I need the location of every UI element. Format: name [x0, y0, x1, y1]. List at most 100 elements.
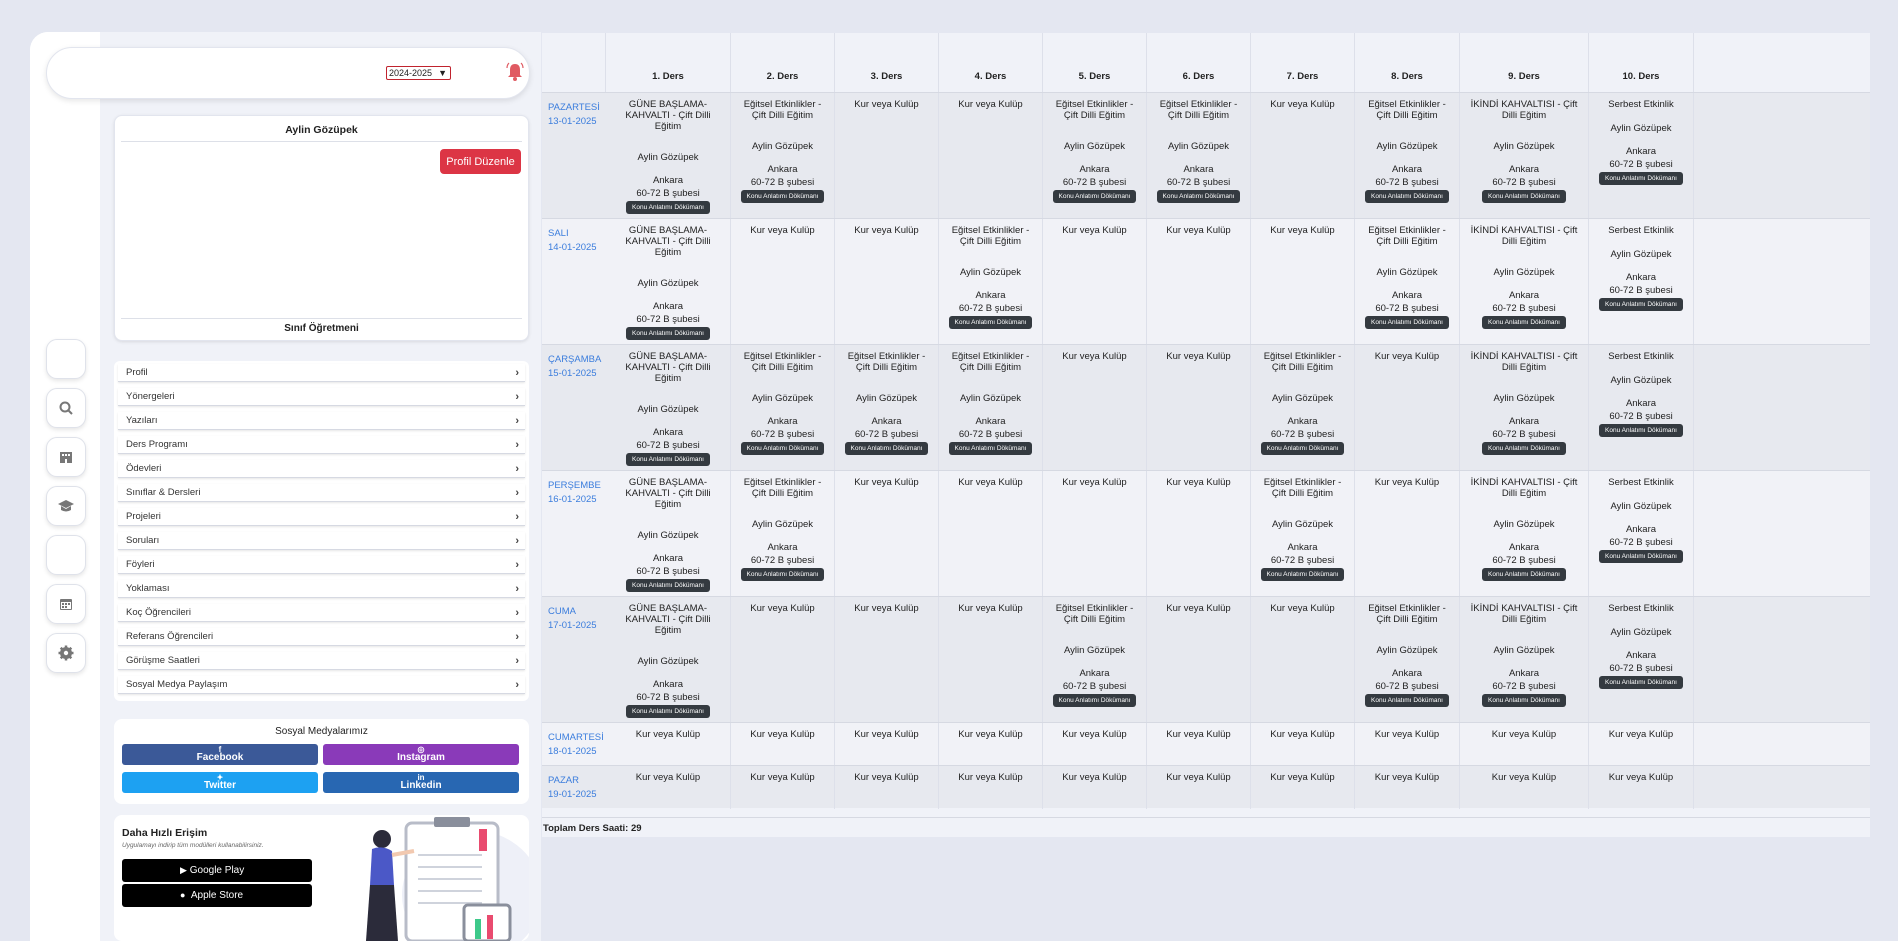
lesson-cell[interactable]: İKİNDİ KAHVALTISI - Çift Dilli Eğitim Ayl… — [1460, 93, 1589, 219]
document-badge[interactable]: Konu Anlatımı Dökümanı — [1052, 694, 1137, 707]
lesson-cell[interactable]: Eğitsel Etkinlikler - Çift Dilli Eğitim A… — [835, 345, 939, 471]
day-cell[interactable]: ÇARŞAMBA 15-01-2025 — [542, 345, 606, 471]
document-badge[interactable]: Konu Anlatımı Dökümanı — [1599, 172, 1683, 185]
linkedin-button[interactable]: in Linkedin — [323, 772, 519, 793]
document-badge[interactable]: Konu Anlatımı Dökümanı — [626, 579, 710, 592]
document-badge[interactable]: Konu Anlatımı Dökümanı — [740, 568, 825, 581]
document-badge[interactable]: Konu Anlatımı Dökümanı — [1482, 316, 1566, 329]
lesson-cell[interactable]: Eğitsel Etkinlikler - Çift Dilli Eğitim A… — [1043, 597, 1147, 723]
menu-item-foyleri[interactable]: Föyleri › — [118, 556, 525, 574]
lesson-cell[interactable]: Kur veya Kulüp — [939, 597, 1043, 723]
lesson-cell[interactable]: GÜNE BAŞLAMA-KAHVALTI - Çift Dilli Eğiti… — [606, 219, 731, 345]
lesson-cell[interactable]: Kur veya Kulüp — [1147, 345, 1251, 471]
document-badge[interactable]: Konu Anlatımı Dökümanı — [626, 201, 710, 214]
apple-store-button[interactable]: ● Apple Store — [122, 884, 312, 907]
menu-item-projeleri[interactable]: Projeleri › — [118, 508, 525, 526]
lesson-cell[interactable]: Kur veya Kulüp — [1043, 471, 1147, 597]
document-badge[interactable]: Konu Anlatımı Dökümanı — [740, 442, 825, 455]
menu-item-referans-ogrencileri[interactable]: Referans Öğrencileri › — [118, 628, 525, 646]
day-cell[interactable]: PERŞEMBE 16-01-2025 — [542, 471, 606, 597]
document-badge[interactable]: Konu Anlatımı Dökümanı — [1365, 190, 1449, 203]
lesson-cell[interactable]: Eğitsel Etkinlikler - Çift Dilli Eğitim A… — [731, 93, 835, 219]
lesson-cell[interactable]: Kur veya Kulüp — [1147, 766, 1251, 809]
lesson-cell[interactable]: Kur veya Kulüp — [606, 723, 731, 766]
lesson-cell[interactable]: Eğitsel Etkinlikler - Çift Dilli Eğitim A… — [939, 345, 1043, 471]
menu-item-odevleri[interactable]: Ödevleri › — [118, 460, 525, 478]
lesson-cell[interactable]: GÜNE BAŞLAMA-KAHVALTI - Çift Dilli Eğiti… — [606, 597, 731, 723]
day-cell[interactable]: PAZAR 19-01-2025 — [542, 766, 606, 809]
menu-item-siniflar[interactable]: Sınıflar & Dersleri › — [118, 484, 525, 502]
lesson-cell[interactable]: Kur veya Kulüp — [731, 723, 835, 766]
lesson-cell[interactable]: Kur veya Kulüp — [939, 471, 1043, 597]
facebook-button[interactable]: f Facebook — [122, 744, 318, 765]
menu-item-ders-programi[interactable]: Ders Programı › — [118, 436, 525, 454]
graduation-cap-icon[interactable] — [46, 486, 86, 526]
lesson-cell[interactable]: Serbest Etkinlik Aylin Gözüpek Ankara 60-72… — [1589, 219, 1694, 345]
document-badge[interactable]: Konu Anlatımı Dökümanı — [1260, 442, 1345, 455]
menu-item-profil[interactable]: Profil › — [118, 364, 525, 382]
document-badge[interactable]: Konu Anlatımı Dökümanı — [844, 442, 929, 455]
lesson-cell[interactable]: Kur veya Kulüp — [939, 93, 1043, 219]
menu-item-yonergeleri[interactable]: Yönergeleri › — [118, 388, 525, 406]
google-play-button[interactable]: ▶ Google Play — [122, 859, 312, 882]
document-badge[interactable]: Konu Anlatımı Dökümanı — [626, 453, 710, 466]
day-cell[interactable]: CUMA 17-01-2025 — [542, 597, 606, 723]
lesson-cell[interactable]: Kur veya Kulüp — [1355, 766, 1460, 809]
lesson-cell[interactable]: İKİNDİ KAHVALTISI - Çift Dilli Eğitim Ayl… — [1460, 597, 1589, 723]
day-cell[interactable]: CUMARTESİ 18-01-2025 — [542, 723, 606, 766]
lesson-cell[interactable]: Kur veya Kulüp — [1355, 471, 1460, 597]
document-badge[interactable]: Konu Anlatımı Dökümanı — [1599, 298, 1683, 311]
lesson-cell[interactable]: Kur veya Kulüp — [1460, 723, 1589, 766]
document-badge[interactable]: Konu Anlatımı Dökümanı — [1482, 694, 1566, 707]
document-badge[interactable]: Konu Anlatımı Dökümanı — [1482, 568, 1566, 581]
lesson-cell[interactable]: Eğitsel Etkinlikler - Çift Dilli Eğitim A… — [1355, 219, 1460, 345]
lesson-cell[interactable]: Kur veya Kulüp — [731, 766, 835, 809]
document-badge[interactable]: Konu Anlatımı Dökümanı — [1482, 190, 1566, 203]
lesson-cell[interactable]: Kur veya Kulüp — [1147, 597, 1251, 723]
lesson-cell[interactable]: Eğitsel Etkinlikler - Çift Dilli Eğitim A… — [1251, 471, 1355, 597]
lesson-cell[interactable]: Kur veya Kulüp — [835, 93, 939, 219]
lesson-cell[interactable]: Kur veya Kulüp — [1147, 219, 1251, 345]
lesson-cell[interactable]: Kur veya Kulüp — [939, 723, 1043, 766]
menu-item-sosyal-medya[interactable]: Sosyal Medya Paylaşım › — [118, 676, 525, 694]
lesson-cell[interactable]: Kur veya Kulüp — [835, 219, 939, 345]
lesson-cell[interactable]: Kur veya Kulüp — [835, 597, 939, 723]
lesson-cell[interactable]: Kur veya Kulüp — [1251, 93, 1355, 219]
document-badge[interactable]: Konu Anlatımı Dökümanı — [1482, 442, 1566, 455]
lesson-cell[interactable]: İKİNDİ KAHVALTISI - Çift Dilli Eğitim Ayl… — [1460, 345, 1589, 471]
search-icon[interactable] — [46, 388, 86, 428]
lesson-cell[interactable]: Kur veya Kulüp — [1147, 471, 1251, 597]
menu-item-koc-ogrencileri[interactable]: Koç Öğrencileri › — [118, 604, 525, 622]
menu-item-sorulari[interactable]: Soruları › — [118, 532, 525, 550]
lesson-cell[interactable]: İKİNDİ KAHVALTISI - Çift Dilli Eğitim Ayl… — [1460, 471, 1589, 597]
lesson-cell[interactable]: Kur veya Kulüp — [1460, 766, 1589, 809]
rail-blank-icon[interactable] — [46, 535, 86, 575]
lesson-cell[interactable]: Eğitsel Etkinlikler - Çift Dilli Eğitim A… — [1043, 93, 1147, 219]
lesson-cell[interactable]: GÜNE BAŞLAMA-KAHVALTI - Çift Dilli Eğiti… — [606, 345, 731, 471]
day-cell[interactable]: PAZARTESİ 13-01-2025 — [542, 93, 606, 219]
lesson-cell[interactable]: Kur veya Kulüp — [1589, 723, 1694, 766]
lesson-cell[interactable]: Kur veya Kulüp — [1251, 219, 1355, 345]
year-select[interactable]: 2024-2025 ▼ — [386, 66, 451, 80]
document-badge[interactable]: Konu Anlatımı Dökümanı — [740, 190, 825, 203]
document-badge[interactable]: Konu Anlatımı Dökümanı — [1260, 568, 1345, 581]
lesson-cell[interactable]: Kur veya Kulüp — [835, 471, 939, 597]
lesson-cell[interactable]: Eğitsel Etkinlikler - Çift Dilli Eğitim A… — [731, 345, 835, 471]
lesson-cell[interactable]: Kur veya Kulüp — [1043, 219, 1147, 345]
lesson-cell[interactable]: Kur veya Kulüp — [1355, 345, 1460, 471]
lesson-cell[interactable]: Kur veya Kulüp — [1251, 723, 1355, 766]
home-icon[interactable] — [46, 339, 86, 379]
lesson-cell[interactable]: Kur veya Kulüp — [606, 766, 731, 809]
document-badge[interactable]: Konu Anlatımı Dökümanı — [1599, 676, 1683, 689]
lesson-cell[interactable]: Kur veya Kulüp — [1589, 766, 1694, 809]
lesson-cell[interactable]: Kur veya Kulüp — [1043, 723, 1147, 766]
lesson-cell[interactable]: Kur veya Kulüp — [1147, 723, 1251, 766]
building-icon[interactable] — [46, 437, 86, 477]
lesson-cell[interactable]: Kur veya Kulüp — [1043, 345, 1147, 471]
lesson-cell[interactable]: Kur veya Kulüp — [1043, 766, 1147, 809]
instagram-button[interactable]: ◎ Instagram — [323, 744, 519, 765]
twitter-button[interactable]: ✦ Twitter — [122, 772, 318, 793]
lesson-cell[interactable]: Serbest Etkinlik Aylin Gözüpek Ankara 60-72… — [1589, 345, 1694, 471]
lesson-cell[interactable]: GÜNE BAŞLAMA-KAHVALTI - Çift Dilli Eğiti… — [606, 93, 731, 219]
menu-item-yazilari[interactable]: Yazıları › — [118, 412, 525, 430]
